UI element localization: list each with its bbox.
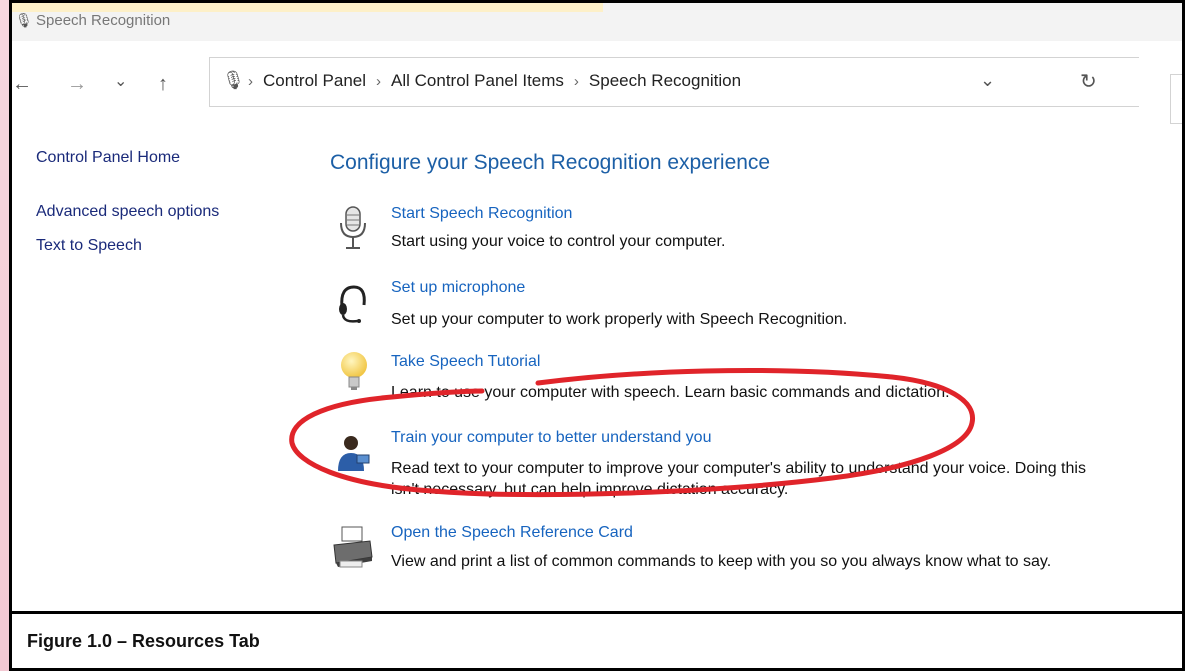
figure-caption: Figure 1.0 – Resources Tab	[9, 614, 1185, 671]
microphone-icon	[340, 206, 366, 249]
up-button[interactable]: ↑	[158, 73, 168, 96]
item-description: isn't necessary, but can help improve di…	[391, 481, 789, 498]
take-speech-tutorial-link[interactable]: Take Speech Tutorial	[391, 353, 540, 371]
sidebar-item-control-panel-home[interactable]: Control Panel Home	[36, 149, 180, 167]
item-description: Learn to use your computer with speech. …	[391, 384, 950, 401]
printer-icon	[333, 526, 373, 568]
breadcrumb: › Control Panel › All Control Panel Item…	[248, 71, 741, 91]
sidebar-item-text-to-speech[interactable]: Text to Speech	[36, 237, 142, 255]
item-description: Read text to your computer to improve yo…	[391, 460, 1086, 477]
item-description: Start using your voice to control your c…	[391, 233, 726, 250]
breadcrumb-speech-recognition[interactable]: Speech Recognition	[589, 71, 741, 91]
headset-icon	[339, 285, 366, 323]
title-bar: 🎙 Speech Recognition	[12, 3, 1182, 41]
set-up-microphone-link[interactable]: Set up microphone	[391, 279, 525, 297]
breadcrumb-control-panel[interactable]: Control Panel	[263, 71, 366, 91]
sidebar-item-advanced-speech-options[interactable]: Advanced speech options	[36, 203, 219, 221]
search-input[interactable]: Sea	[1170, 74, 1182, 124]
chevron-down-icon[interactable]: ⌄	[980, 70, 995, 91]
user-icon	[338, 436, 370, 471]
back-button[interactable]: ←	[12, 73, 32, 96]
title-highlight	[12, 3, 603, 12]
recent-locations-button[interactable]: ⌄	[114, 71, 127, 91]
item-description: Set up your computer to work properly wi…	[391, 311, 848, 328]
caption-text: Figure 1.0 – Resources Tab	[27, 631, 260, 651]
address-row: ← → ⌄ ↑ 🎙 › Control Panel › All Control …	[12, 41, 1182, 124]
item-description: View and print a list of common commands…	[391, 553, 1052, 570]
forward-button[interactable]: →	[67, 73, 87, 96]
lightbulb-icon	[341, 352, 367, 390]
microphone-icon: 🎙	[15, 12, 33, 28]
window-title: Speech Recognition	[36, 12, 171, 29]
train-computer-link[interactable]: Train your computer to better understand…	[391, 429, 711, 447]
control-panel-window: 🎙 Speech Recognition ← → ⌄ ↑ 🎙 › Control…	[9, 0, 1185, 614]
start-speech-recognition-link[interactable]: Start Speech Recognition	[391, 205, 572, 223]
refresh-icon[interactable]: ↻	[1080, 69, 1097, 94]
left-decor-strip	[0, 0, 9, 671]
breadcrumb-separator: ›	[248, 72, 253, 90]
microphone-icon: 🎙	[222, 70, 245, 90]
address-bar[interactable]: 🎙 › Control Panel › All Control Panel It…	[209, 57, 1182, 124]
breadcrumb-separator: ›	[376, 72, 382, 90]
breadcrumb-separator: ›	[573, 72, 579, 90]
page-title: Configure your Speech Recognition experi…	[330, 151, 771, 174]
breadcrumb-all-items[interactable]: All Control Panel Items	[391, 71, 564, 91]
open-speech-reference-card-link[interactable]: Open the Speech Reference Card	[391, 524, 633, 542]
